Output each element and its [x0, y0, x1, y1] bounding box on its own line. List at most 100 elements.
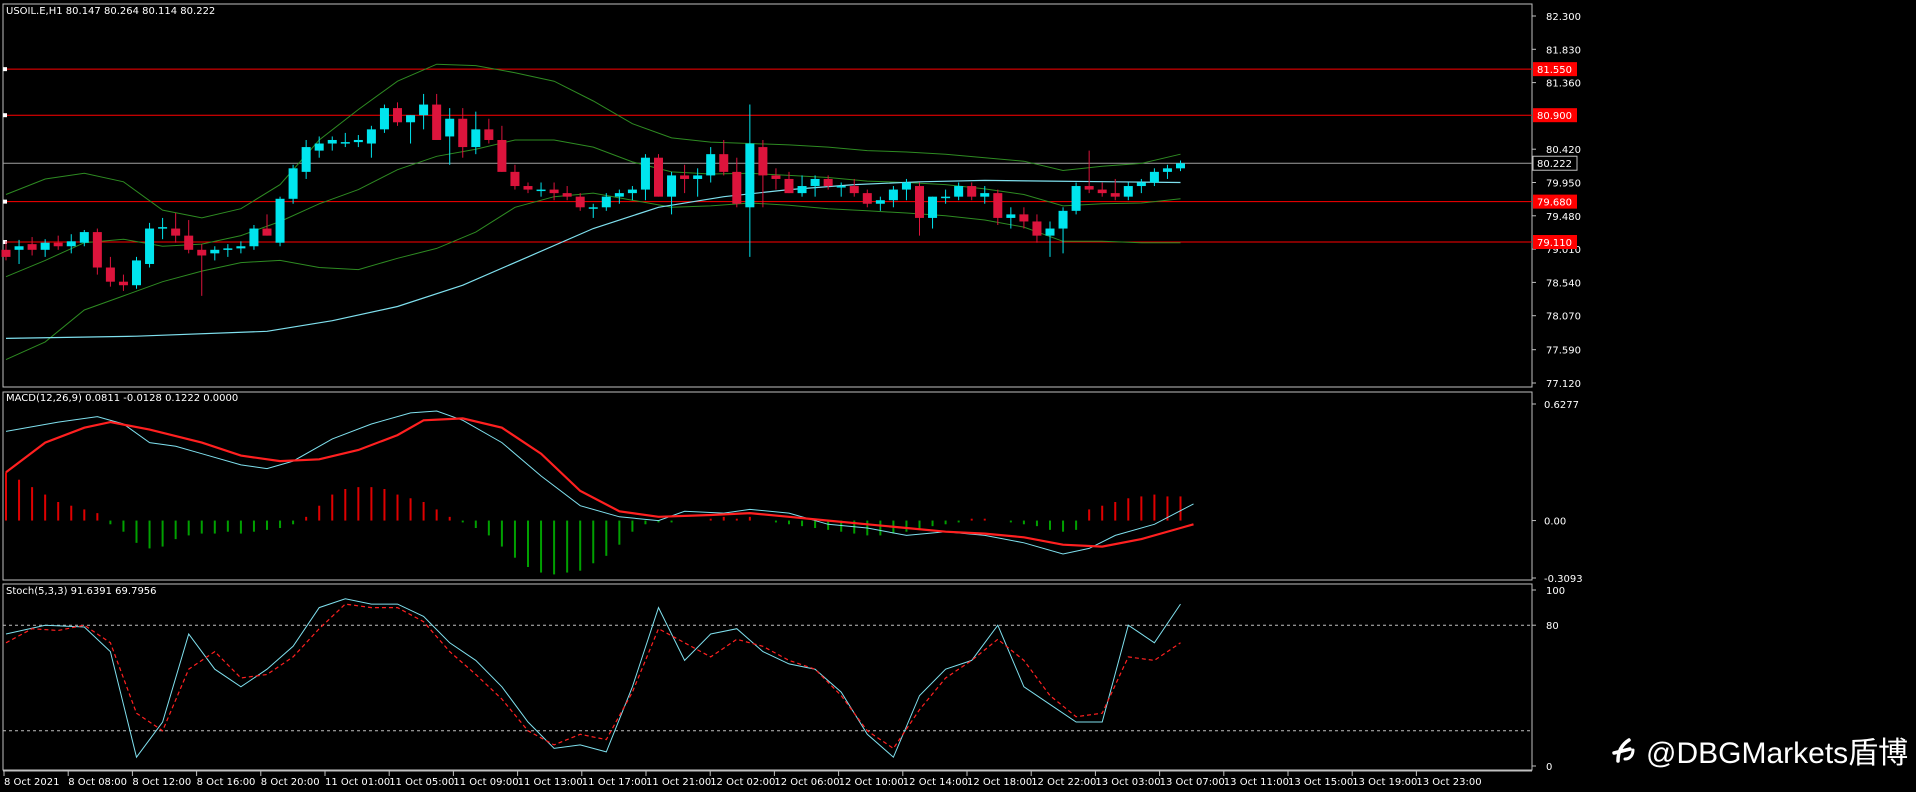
candle-body — [523, 186, 533, 190]
time-tick-label: 12 Oct 10:00 — [839, 777, 904, 788]
candle-body — [1032, 221, 1042, 236]
candle-body — [915, 186, 924, 218]
candle[interactable] — [379, 104, 389, 133]
candle-body — [862, 193, 872, 204]
time-tick-label: 12 Oct 18:00 — [967, 777, 1032, 788]
candle[interactable] — [132, 256, 141, 289]
candle-body — [1006, 214, 1016, 218]
candle-body — [249, 228, 259, 247]
time-tick-label: 12 Oct 22:00 — [1031, 777, 1096, 788]
time-tick-label: 12 Oct 14:00 — [903, 777, 968, 788]
candle-body — [823, 178, 833, 187]
candle-body — [941, 196, 951, 199]
candle-body — [601, 196, 611, 208]
candle-body — [288, 168, 298, 199]
candle-body — [419, 104, 429, 116]
candle-body — [784, 178, 794, 194]
candle-body — [458, 118, 468, 148]
candle-body — [197, 249, 207, 256]
watermark: @DBGMarkets盾博 — [1608, 728, 1908, 772]
candle-body — [145, 228, 155, 264]
candle-body — [588, 207, 598, 209]
candle-body — [171, 228, 181, 236]
candle-body — [732, 171, 742, 204]
candle-body — [797, 186, 807, 194]
candle-body — [353, 139, 363, 143]
candle-body — [53, 242, 63, 247]
stoch-tick-label: 80 — [1546, 621, 1559, 632]
weibo-logo-icon — [1612, 738, 1635, 763]
price-tick-label: 77.120 — [1546, 379, 1581, 390]
candle-body — [379, 108, 389, 130]
candle-body — [1110, 193, 1120, 197]
candle-body — [706, 154, 716, 176]
candle[interactable] — [275, 196, 285, 247]
candle-body — [79, 232, 89, 243]
candle-body — [575, 196, 585, 208]
price-tick-label: 82.300 — [1546, 12, 1581, 23]
level-anchor[interactable] — [3, 113, 7, 118]
candle-body — [236, 246, 246, 249]
candle-body — [105, 267, 115, 282]
price-tick-label: 81.830 — [1546, 45, 1581, 56]
main-header: USOIL.E,H1 80.147 80.264 80.114 80.222 — [6, 6, 215, 17]
candle-body — [497, 139, 507, 172]
trading-chart[interactable]: 82.30081.83081.36080.42079.95079.48079.0… — [0, 0, 1916, 792]
level-price-label: 79.680 — [1537, 198, 1572, 209]
candle-body — [954, 186, 964, 197]
time-tick-label: 12 Oct 06:00 — [774, 777, 839, 788]
candle[interactable] — [654, 154, 663, 197]
candle-body — [314, 143, 324, 151]
price-tick-label: 79.950 — [1546, 178, 1581, 189]
candle-body — [184, 235, 194, 250]
time-tick-label: 11 Oct 21:00 — [646, 777, 711, 788]
price-tick-label: 81.360 — [1546, 79, 1581, 90]
candle-body — [1071, 186, 1081, 211]
candle-body — [758, 147, 768, 176]
time-tick-label: 13 Oct 11:00 — [1224, 777, 1289, 788]
candle-body — [393, 108, 402, 123]
candle-body — [1045, 228, 1055, 236]
candle-body — [667, 175, 677, 197]
candle[interactable] — [145, 222, 155, 268]
candle-body — [693, 175, 703, 179]
candle-body — [680, 175, 690, 179]
candle-body — [810, 178, 820, 187]
candle-body — [745, 143, 755, 208]
candle[interactable] — [249, 225, 259, 250]
candle-body — [262, 228, 272, 236]
candle-body — [223, 248, 233, 250]
candle-body — [1019, 214, 1029, 222]
candle[interactable] — [288, 164, 298, 204]
level-anchor[interactable] — [3, 199, 7, 204]
candle-body — [888, 189, 898, 201]
candle-body — [614, 193, 624, 197]
level-price-label: 81.550 — [1537, 65, 1572, 76]
candle-body — [432, 104, 442, 140]
candle-body — [1176, 163, 1185, 169]
candle-body — [445, 118, 455, 137]
price-tick-label: 78.540 — [1546, 278, 1581, 289]
candle-body — [875, 200, 885, 204]
candle-body — [132, 260, 141, 286]
stoch-header: Stoch(5,3,3) 91.6391 69.7956 — [6, 586, 157, 597]
candle-body — [14, 246, 24, 250]
level-anchor[interactable] — [3, 67, 7, 72]
candle[interactable] — [1071, 182, 1081, 215]
time-tick-label: 8 Oct 12:00 — [132, 777, 191, 788]
time-tick-label: 11 Oct 09:00 — [453, 777, 518, 788]
candle-body — [1084, 186, 1094, 190]
price-tick-label: 78.070 — [1546, 312, 1581, 323]
stoch-tick-label: 100 — [1546, 586, 1565, 597]
time-tick-label: 12 Oct 02:00 — [710, 777, 775, 788]
time-tick-label: 8 Oct 16:00 — [197, 777, 256, 788]
candle-body — [118, 281, 128, 286]
time-tick-label: 13 Oct 03:00 — [1095, 777, 1160, 788]
candle-body — [967, 186, 977, 197]
time-tick-label: 11 Oct 05:00 — [389, 777, 454, 788]
time-tick-label: 8 Oct 20:00 — [261, 777, 320, 788]
candle-body — [327, 139, 337, 144]
candle-body — [549, 189, 559, 194]
macd-tick-label: 0.6277 — [1544, 400, 1579, 411]
candle-body — [771, 175, 781, 179]
